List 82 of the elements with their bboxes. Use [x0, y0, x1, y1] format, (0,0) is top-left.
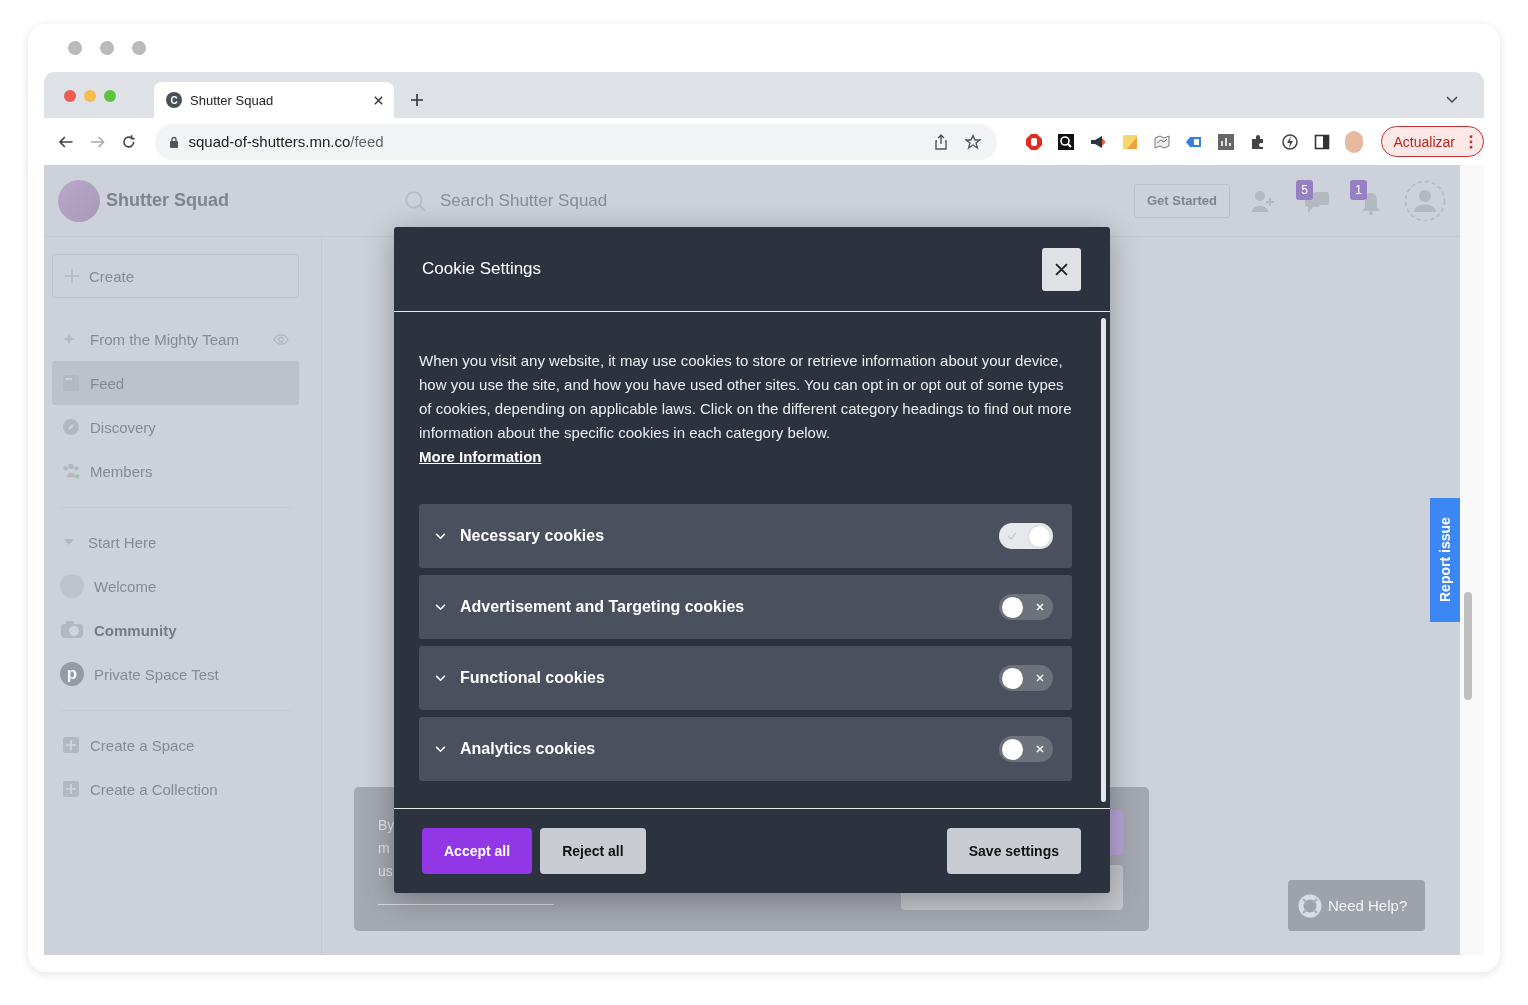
dialog-title: Cookie Settings	[422, 259, 543, 279]
favicon: C	[166, 92, 182, 108]
cookie-category[interactable]: Necessary cookies	[419, 504, 1072, 568]
get-started-button[interactable]: Get Started	[1133, 183, 1230, 218]
cross-icon	[1035, 744, 1045, 754]
sidebar-icon[interactable]	[1312, 132, 1331, 151]
cookie-category[interactable]: Functional cookies	[419, 646, 1072, 710]
chevron-down-icon	[435, 532, 446, 540]
window-dot	[132, 41, 146, 55]
plus-icon	[65, 269, 79, 283]
create-button[interactable]: Create	[52, 254, 299, 298]
map-icon[interactable]	[1152, 132, 1171, 151]
star-icon[interactable]	[964, 133, 981, 150]
share-icon[interactable]	[932, 133, 949, 150]
window-dot	[68, 41, 82, 55]
need-help-button[interactable]: Need Help?	[1288, 880, 1425, 931]
new-tab-icon[interactable]	[410, 93, 424, 107]
toggle-switch[interactable]	[999, 736, 1053, 762]
cookie-category[interactable]: Analytics cookies	[419, 717, 1072, 781]
cross-icon	[1035, 673, 1045, 683]
category-name: Necessary cookies	[460, 527, 606, 545]
lock-icon	[168, 135, 179, 148]
section-header[interactable]: Start Here	[52, 520, 299, 564]
compass-icon	[62, 418, 80, 436]
close-icon[interactable]	[373, 94, 384, 106]
scrollbar[interactable]	[1101, 318, 1106, 802]
message-count-badge: 5	[1296, 179, 1313, 200]
reload-icon[interactable]	[121, 133, 137, 150]
chevron-down-icon[interactable]	[1446, 96, 1458, 104]
category-name: Advertisement and Targeting cookies	[460, 598, 746, 616]
sidebar-item[interactable]: Members	[52, 449, 299, 493]
address-bar[interactable]: squad-of-shutters.mn.co/feed	[154, 123, 997, 160]
update-button[interactable]: Actualizar	[1380, 126, 1484, 157]
space-item[interactable]: p Private Space Test	[52, 652, 299, 696]
notification-count-badge: 1	[1350, 179, 1367, 200]
window-dot	[100, 41, 114, 55]
report-issue-button[interactable]: Report issue	[1430, 498, 1460, 622]
cookie-category[interactable]: Advertisement and Targeting cookies	[419, 575, 1072, 639]
scrollbar[interactable]	[1464, 592, 1472, 700]
banner-text: us	[378, 862, 393, 881]
more-information-link[interactable]: More Information	[419, 445, 542, 469]
banner-text: By	[378, 816, 395, 835]
dialog-button[interactable]: Accept all	[422, 828, 533, 874]
chevron-down-icon	[435, 674, 446, 682]
people-icon	[62, 462, 80, 480]
plus-square-icon	[62, 780, 80, 798]
browser-tab[interactable]: C Shutter Squad	[154, 82, 394, 118]
chevron-down-icon	[435, 603, 446, 611]
category-name: Analytics cookies	[460, 740, 597, 758]
close-light[interactable]	[64, 90, 76, 102]
sidebar-action[interactable]: Create a Space	[52, 723, 299, 767]
space-item[interactable]: Welcome	[52, 564, 299, 608]
sidebar-item[interactable]: From the Mighty Team	[52, 317, 299, 361]
dialog-button[interactable]: Reject all	[540, 828, 646, 874]
url-text: squad-of-shutters.mn.co/feed	[188, 133, 385, 150]
community-name[interactable]: Shutter Squad	[106, 190, 229, 211]
space-avatar: p	[60, 662, 84, 686]
toggle-switch[interactable]	[999, 665, 1053, 691]
magnifier-icon[interactable]	[1056, 132, 1075, 151]
more-icon[interactable]	[1469, 134, 1473, 149]
stop-hand-icon[interactable]	[1024, 132, 1043, 151]
chevron-down-icon	[435, 745, 446, 753]
search-field[interactable]: Search Shutter Squad	[438, 189, 742, 212]
banner-text: m	[378, 839, 390, 858]
dialog-description: When you visit any website, it may use cookies to store or retrieve information about your device, how you use the site, and how you have used other sites. You can opt in or opt out of some types of cookies, depending on applicable laws. Click on the different category headings to find out more information about the specific cookies in each category below.	[419, 351, 1072, 443]
space-item[interactable]: Community	[52, 608, 299, 652]
plus-square-icon	[62, 736, 80, 754]
chart-square-icon[interactable]	[1216, 132, 1235, 151]
check-icon	[1007, 531, 1017, 541]
toggle-switch[interactable]	[999, 523, 1053, 549]
bolt-circle-icon[interactable]	[1280, 132, 1299, 151]
tab-title: Shutter Squad	[190, 92, 275, 108]
close-icon	[1055, 262, 1068, 276]
close-button[interactable]	[1042, 247, 1081, 291]
cross-icon	[1035, 602, 1045, 612]
search-icon	[404, 189, 426, 212]
sidebar-action[interactable]: Create a Collection	[52, 767, 299, 811]
category-name: Functional cookies	[460, 669, 606, 687]
toggle-switch[interactable]	[999, 594, 1053, 620]
lifebuoy-icon	[1298, 893, 1322, 918]
sidebar-item[interactable]: Discovery	[52, 405, 299, 449]
dialog-button[interactable]: Save settings	[946, 828, 1081, 874]
